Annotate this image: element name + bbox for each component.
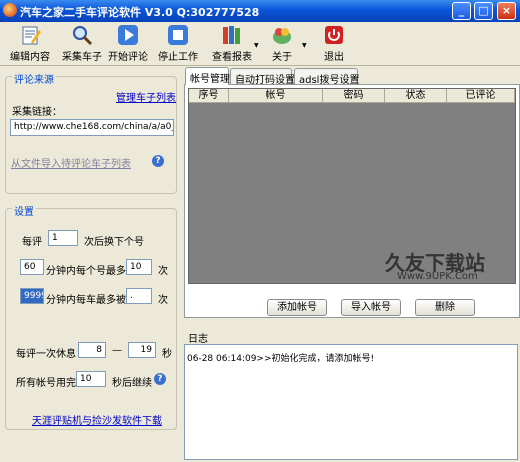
edit-content-button[interactable]: 编辑内容 <box>8 24 52 64</box>
source-group: 评论来源 管理车子列表 采集链接： http://www.che168.com/… <box>5 71 177 194</box>
about-button[interactable]: 关于 <box>262 24 302 64</box>
left-pane: 评论来源 管理车子列表 采集链接： http://www.che168.com/… <box>4 68 180 462</box>
accounts-exhausted-label: 所有帐号用完 <box>16 378 76 389</box>
grid-header-status[interactable]: 状态 <box>385 89 447 103</box>
about-icon <box>273 28 291 44</box>
import-car-list-link[interactable]: 从文件导入待评论车子列表 <box>11 155 131 170</box>
grid-header-password[interactable]: 密码 <box>323 89 385 103</box>
delete-account-button[interactable]: 删除 <box>415 299 475 316</box>
rest-interval-label: 每评一次休息 <box>16 349 76 360</box>
minimize-button[interactable]: _ <box>452 2 471 20</box>
rest-min-input[interactable]: 8 <box>78 342 106 358</box>
switch-account-count-input[interactable]: 1 <box>48 230 78 246</box>
collect-url-input[interactable]: http://www.che168.com/china/a/a0_0 <box>10 119 174 136</box>
watermark-sub: Www.9UPK.Com <box>397 271 478 282</box>
tab-adsl-dialup[interactable]: adsl拨号设置 <box>294 68 359 86</box>
manage-car-list-link[interactable]: 管理车子列表 <box>116 89 176 104</box>
account-limit-unit: 次 <box>158 266 168 277</box>
account-limit-label: 分钟内每个号最多评 <box>46 266 136 277</box>
toolbar-label-collect: 采集车子 <box>62 52 102 63</box>
tab-account-management[interactable]: 帐号管理 <box>185 67 230 85</box>
download-link[interactable]: 天涯评贴机与捡沙发软件下载 <box>32 412 162 427</box>
start-comment-button[interactable]: 开始评论 <box>106 24 150 64</box>
car-minutes-input[interactable]: 9999 <box>20 288 44 304</box>
grid-header-index[interactable]: 序号 <box>189 89 229 103</box>
help-icon[interactable]: ? <box>152 155 164 167</box>
settings-group: 设置 每评 1 次后换下个号 60 分钟内每个号最多评 10 次 9999 分钟… <box>5 203 177 430</box>
search-icon <box>73 26 93 46</box>
play-icon <box>118 25 138 45</box>
log-label: 日志 <box>188 334 208 345</box>
title-bar: 汽车之家二手车评论软件 V3.0 Q:302777528 _ □ × <box>0 0 520 22</box>
log-line: 06-28 06:14:09>>初始化完成，请添加帐号! <box>187 354 375 364</box>
tab-panel: 序号 帐号 密码 状态 已评论 久友下载站 Www.9UPK.Com 添加帐号 … <box>184 84 520 318</box>
toolbar-label-start: 开始评论 <box>108 52 148 63</box>
rest-unit: 秒 <box>162 349 172 360</box>
exit-icon <box>325 26 343 44</box>
toolbar-label-about: 关于 <box>272 52 292 63</box>
report-dropdown-arrow[interactable]: ▼ <box>254 42 260 49</box>
toolbar: 编辑内容 采集车子 开始评论 停止工作 查看报表 ▼ 关于 ▼ 退出 <box>0 22 520 66</box>
edit-icon <box>22 26 41 45</box>
toolbar-label-edit: 编辑内容 <box>10 52 50 63</box>
grid-header-account[interactable]: 帐号 <box>229 89 323 103</box>
toolbar-label-stop: 停止工作 <box>158 52 198 63</box>
grid-header-commented[interactable]: 已评论 <box>447 89 515 103</box>
toolbar-label-report: 查看报表 <box>212 52 252 63</box>
car-limit-input[interactable]: . <box>126 288 152 304</box>
collect-url-label: 采集链接： <box>12 107 62 118</box>
rest-max-input[interactable]: 19 <box>128 342 156 358</box>
maximize-button[interactable]: □ <box>474 2 493 20</box>
view-report-button[interactable]: 查看报表 <box>210 24 254 64</box>
close-button[interactable]: × <box>497 2 516 20</box>
stop-icon <box>168 25 188 45</box>
range-dash: — <box>112 345 122 356</box>
account-minutes-input[interactable]: 60 <box>20 259 44 275</box>
log-box[interactable]: 06-28 06:14:09>>初始化完成，请添加帐号! <box>184 344 518 460</box>
exit-button[interactable]: 退出 <box>312 24 356 64</box>
add-account-button[interactable]: 添加帐号 <box>267 299 327 316</box>
collect-cars-button[interactable]: 采集车子 <box>60 24 104 64</box>
stop-work-button[interactable]: 停止工作 <box>156 24 200 64</box>
account-limit-input[interactable]: 10 <box>126 259 152 275</box>
account-grid[interactable]: 序号 帐号 密码 状态 已评论 久友下载站 Www.9UPK.Com <box>188 88 516 284</box>
right-pane: 帐号管理 自动打码设置 adsl拨号设置 序号 帐号 密码 状态 已评论 久友下… <box>184 67 520 462</box>
switch-account-suffix: 次后换下个号 <box>84 237 144 248</box>
per-comment-label: 每评 <box>22 237 42 248</box>
settings-group-title: 设置 <box>12 203 36 218</box>
help-icon[interactable]: ? <box>154 373 166 385</box>
source-group-title: 评论来源 <box>12 71 56 86</box>
window-title: 汽车之家二手车评论软件 V3.0 Q:302777528 <box>20 6 260 19</box>
continue-seconds-suffix: 秒后继续 <box>112 378 152 389</box>
import-account-button[interactable]: 导入帐号 <box>341 299 401 316</box>
continue-seconds-input[interactable]: 10 <box>76 371 106 387</box>
about-dropdown-arrow[interactable]: ▼ <box>302 42 308 49</box>
app-icon <box>3 3 17 17</box>
car-limit-label: 分钟内每车最多被评 <box>46 295 136 306</box>
car-limit-unit: 次 <box>158 295 168 306</box>
report-icon <box>223 26 240 44</box>
tab-auto-captcha[interactable]: 自动打码设置 <box>230 68 295 86</box>
toolbar-label-exit: 退出 <box>324 52 344 63</box>
